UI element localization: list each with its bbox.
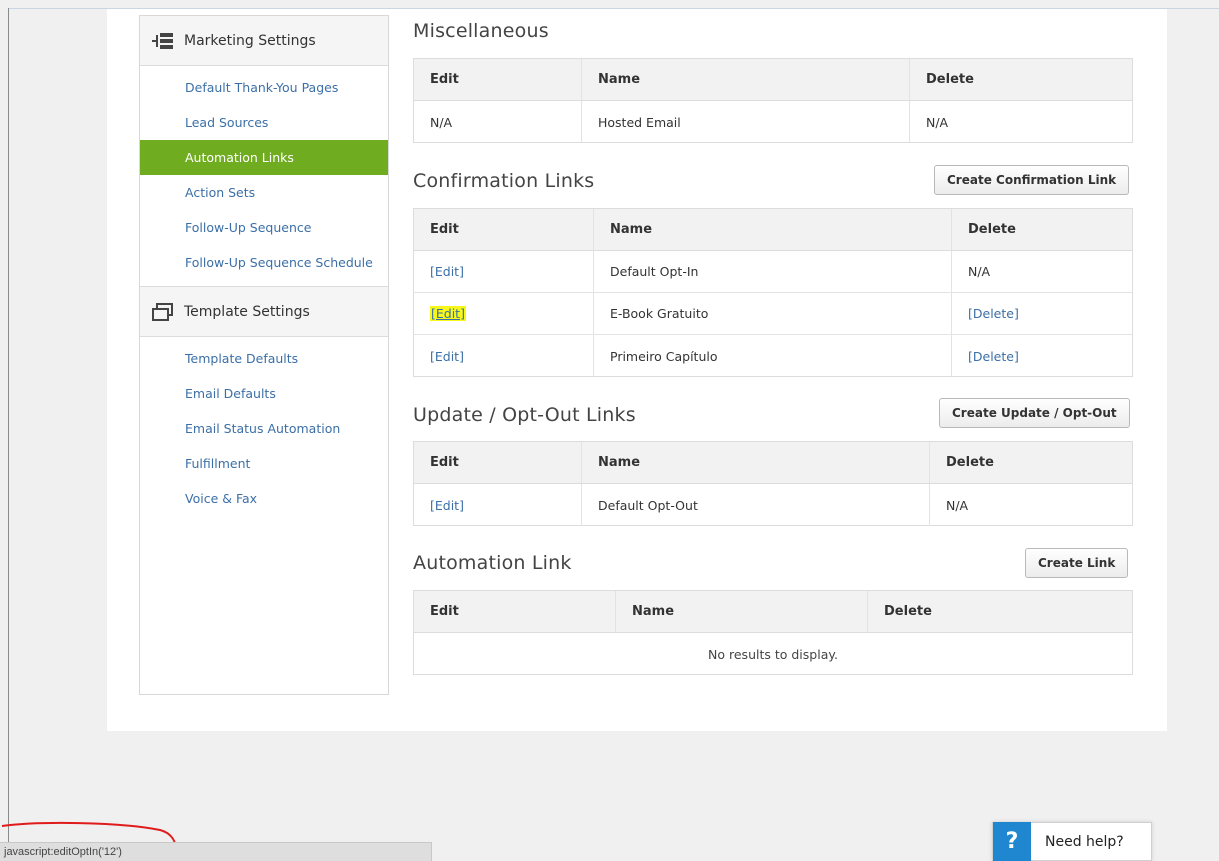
sidebar-item-automation-links[interactable]: Automation Links bbox=[140, 140, 388, 175]
name-cell: Default Opt-Out bbox=[582, 484, 930, 526]
delete-cell: N/A bbox=[926, 114, 949, 130]
sidebar-item-email-defaults[interactable]: Email Defaults bbox=[140, 376, 388, 411]
settings-sidebar: Marketing Settings Default Thank-You Pag… bbox=[139, 15, 389, 695]
column-header-delete: Delete bbox=[946, 455, 994, 470]
sidebar-item-action-sets[interactable]: Action Sets bbox=[140, 175, 388, 210]
sidebar-item-follow-up-sequence-schedule[interactable]: Follow-Up Sequence Schedule bbox=[140, 245, 388, 280]
create-link-button[interactable]: Create Link bbox=[1025, 548, 1129, 578]
edit-cell: N/A bbox=[414, 101, 582, 143]
delete-link[interactable]: [Delete] bbox=[968, 306, 1019, 321]
hierarchy-icon bbox=[152, 32, 174, 50]
table-row: [Edit] Default Opt-Out N/A bbox=[414, 484, 1132, 526]
sidebar-item-template-defaults[interactable]: Template Defaults bbox=[140, 341, 388, 376]
confirmation-links-table: Edit Name Delete [Edit] Default Opt-In N… bbox=[413, 208, 1133, 377]
column-header-edit: Edit bbox=[414, 591, 616, 632]
need-help-widget[interactable]: ? Need help? bbox=[992, 822, 1152, 861]
column-header-name: Name bbox=[582, 442, 930, 483]
name-cell: Hosted Email bbox=[582, 101, 910, 143]
column-header-edit: Edit bbox=[414, 59, 582, 100]
sidebar-item-fulfillment[interactable]: Fulfillment bbox=[140, 446, 388, 481]
sidebar-item-follow-up-sequence[interactable]: Follow-Up Sequence bbox=[140, 210, 388, 245]
question-mark-icon: ? bbox=[993, 822, 1031, 861]
window-left-border bbox=[8, 8, 9, 861]
miscellaneous-title: Miscellaneous bbox=[413, 20, 549, 42]
create-update-optout-button[interactable]: Create Update / Opt-Out bbox=[939, 398, 1130, 428]
table-row: [Edit] E-Book Gratuito [Delete] bbox=[414, 293, 1132, 335]
delete-link[interactable]: [Delete] bbox=[968, 349, 1019, 364]
optout-links-title: Update / Opt-Out Links bbox=[413, 404, 636, 426]
column-header-delete: Delete bbox=[968, 222, 1016, 237]
edit-link[interactable]: [Edit] bbox=[430, 264, 464, 279]
sidebar-item-email-status-automation[interactable]: Email Status Automation bbox=[140, 411, 388, 446]
need-help-label: Need help? bbox=[1045, 833, 1124, 850]
column-header-name: Name bbox=[594, 209, 952, 250]
windows-icon bbox=[152, 302, 174, 321]
marketing-settings-title: Marketing Settings bbox=[184, 32, 316, 49]
template-settings-title: Template Settings bbox=[184, 303, 310, 320]
optout-links-table: Edit Name Delete [Edit] Default Opt-Out … bbox=[413, 441, 1133, 526]
name-cell: E-Book Gratuito bbox=[594, 293, 952, 334]
column-header-edit: Edit bbox=[414, 209, 594, 250]
column-header-name: Name bbox=[616, 591, 868, 632]
delete-cell: N/A bbox=[946, 497, 969, 513]
edit-link[interactable]: [Edit] bbox=[430, 498, 464, 513]
column-header-delete: Delete bbox=[884, 604, 932, 619]
column-header-name: Name bbox=[582, 59, 910, 100]
miscellaneous-table: Edit Name Delete N/A Hosted Email N/A bbox=[413, 58, 1133, 143]
marketing-settings-header: Marketing Settings bbox=[140, 16, 388, 66]
automation-link-table: Edit Name Delete No results to display. bbox=[413, 590, 1133, 675]
template-settings-header: Template Settings bbox=[140, 287, 388, 337]
table-row: [Edit] Default Opt-In N/A bbox=[414, 251, 1132, 293]
automation-link-title: Automation Link bbox=[413, 552, 572, 574]
confirmation-links-title: Confirmation Links bbox=[413, 170, 595, 192]
browser-status-bar: javascript:editOptIn('12') bbox=[0, 842, 432, 861]
create-confirmation-link-button[interactable]: Create Confirmation Link bbox=[934, 165, 1130, 195]
column-header-edit: Edit bbox=[414, 442, 582, 483]
sidebar-item-voice-fax[interactable]: Voice & Fax bbox=[140, 481, 388, 516]
table-row: [Edit] Primeiro Capítulo [Delete] bbox=[414, 335, 1132, 377]
edit-link[interactable]: [Edit] bbox=[430, 349, 464, 364]
sidebar-item-lead-sources[interactable]: Lead Sources bbox=[140, 105, 388, 140]
sidebar-item-default-thank-you-pages[interactable]: Default Thank-You Pages bbox=[140, 70, 388, 105]
delete-cell: N/A bbox=[968, 264, 991, 279]
column-header-delete: Delete bbox=[926, 72, 974, 87]
edit-link-highlighted[interactable]: [Edit] bbox=[430, 306, 466, 321]
table-row: N/A Hosted Email N/A bbox=[414, 101, 1132, 143]
name-cell: Primeiro Capítulo bbox=[594, 335, 952, 377]
empty-state-message: No results to display. bbox=[708, 646, 838, 662]
name-cell: Default Opt-In bbox=[594, 251, 952, 292]
